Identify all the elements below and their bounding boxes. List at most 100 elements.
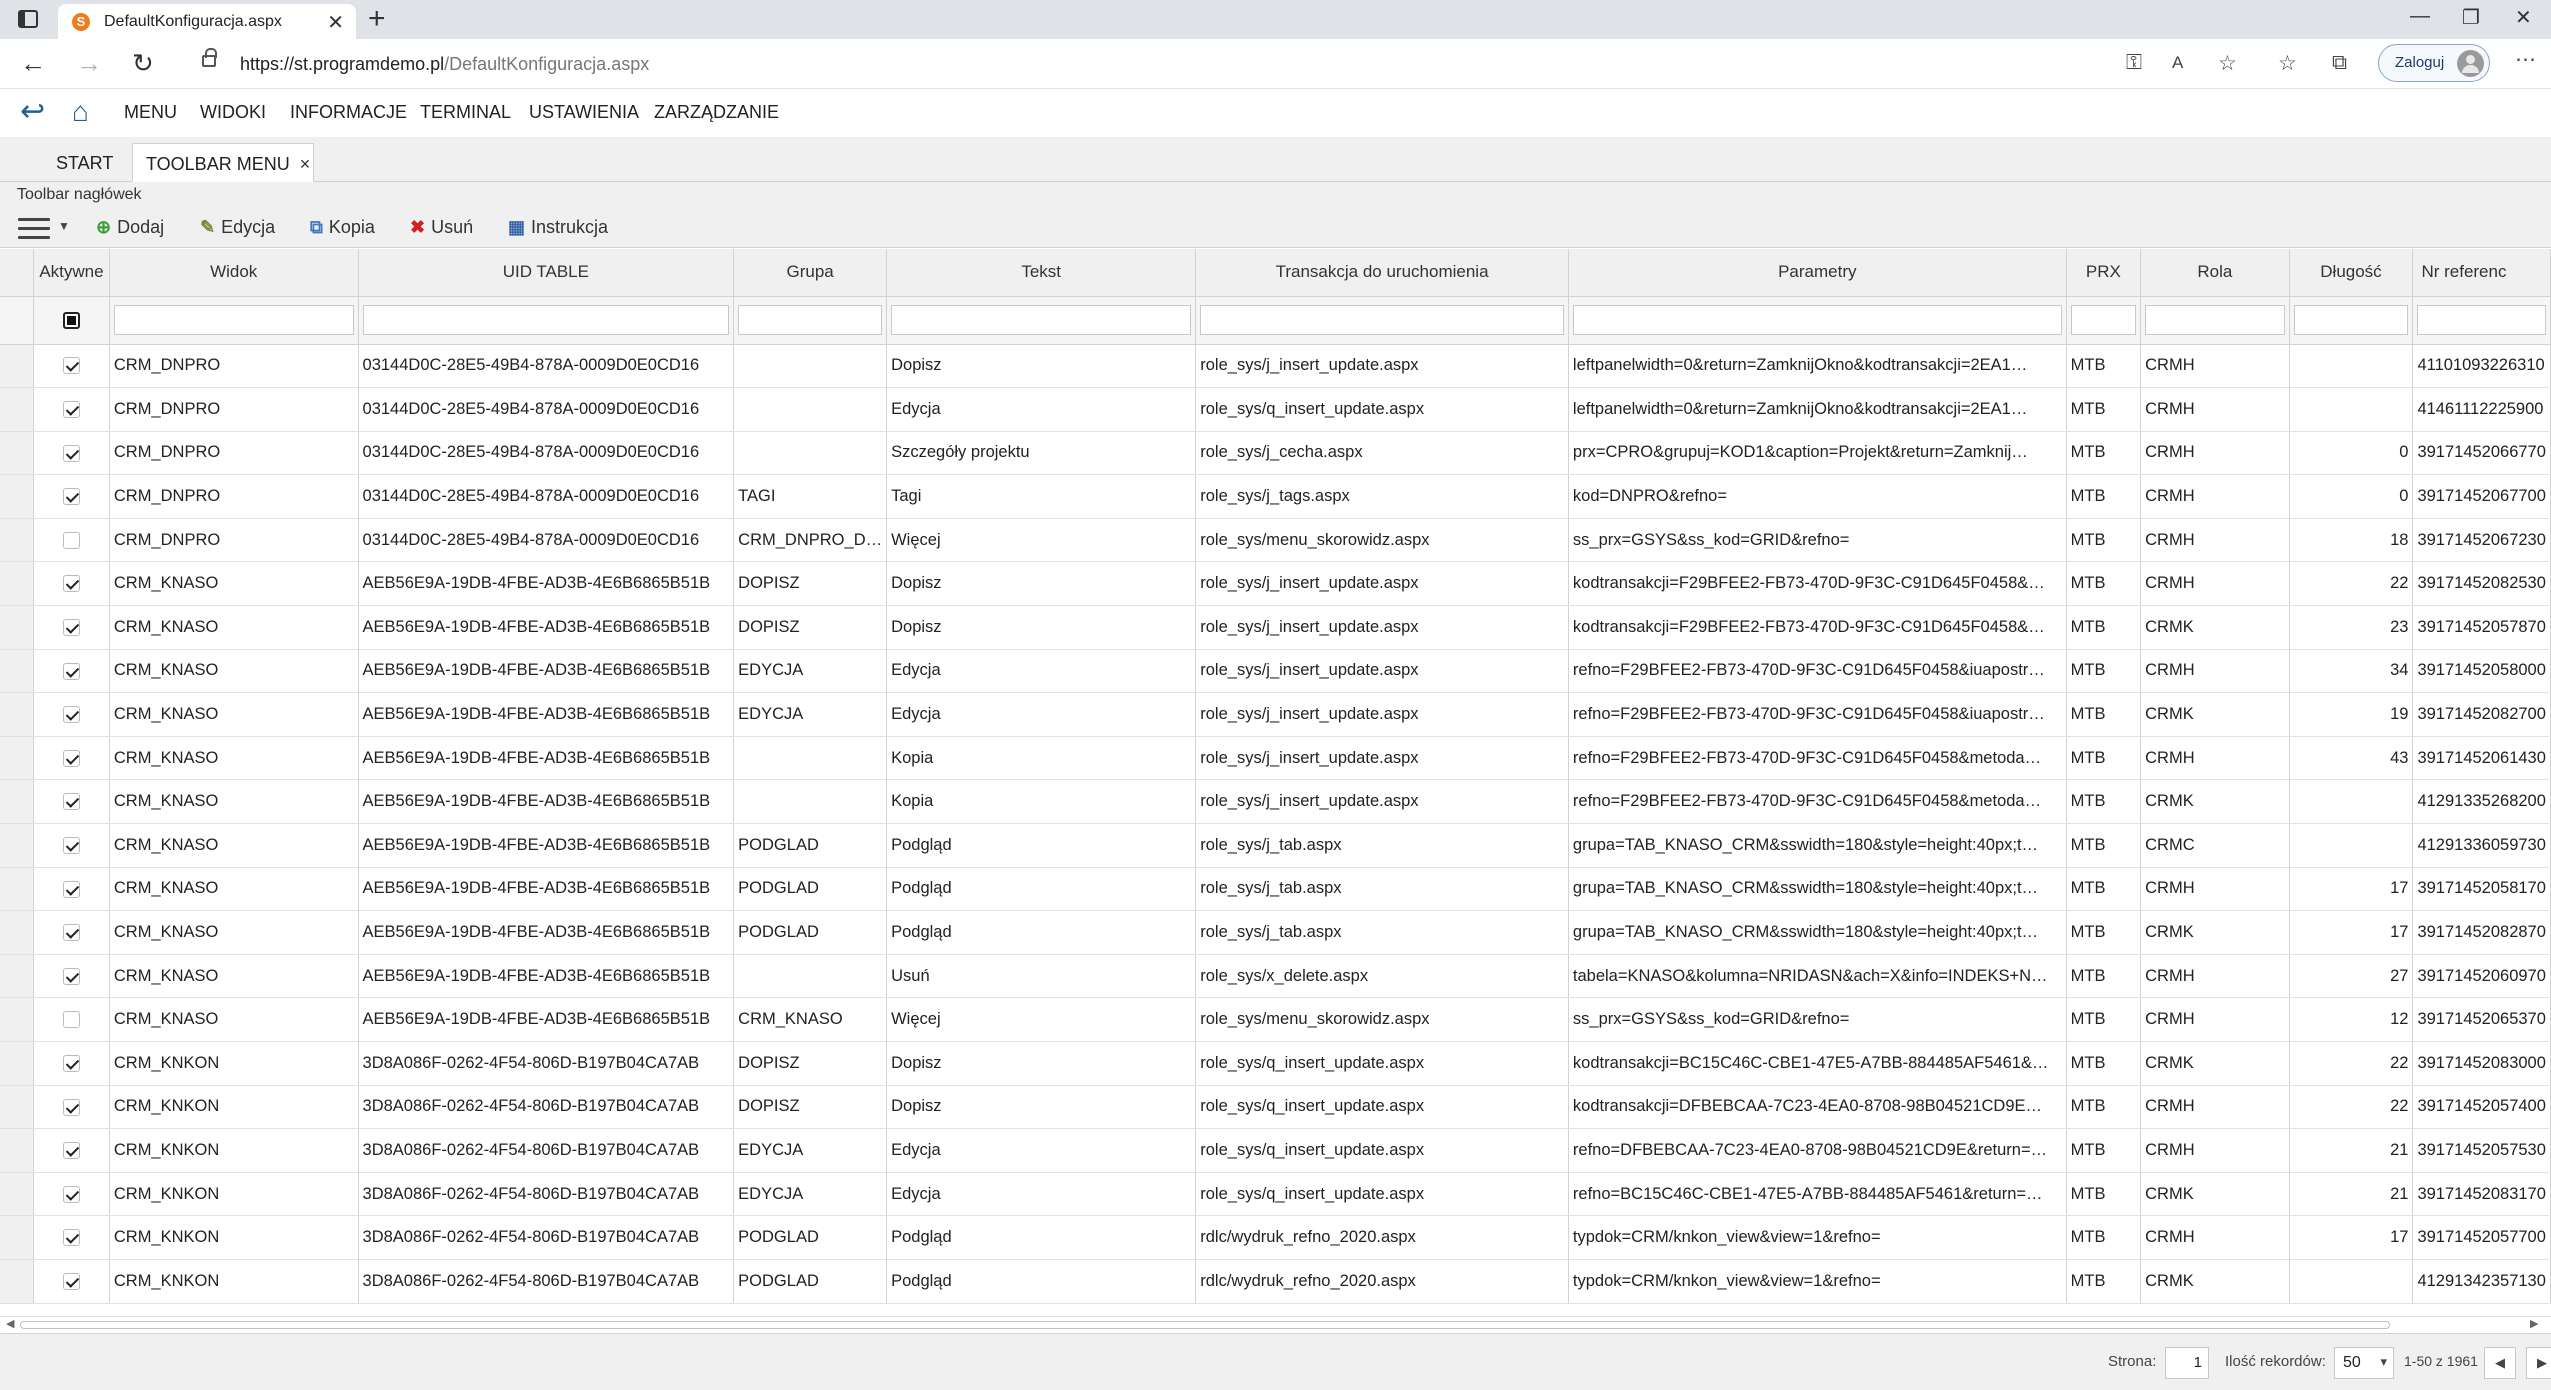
filter-input[interactable] [2145,305,2285,335]
active-checkbox[interactable] [62,793,80,811]
table-row[interactable]: CRM_KNASO AEB56E9A-19DB-4FBE-AD3B-4E6B686… [0,561,2551,607]
maximize-icon[interactable]: ❐ [2462,5,2480,30]
row-selector[interactable] [0,779,35,825]
table-row[interactable]: CRM_DNPRO 03144D0C-28E5-49B4-878A-0009D0E… [0,344,2551,389]
hamburger-menu-icon[interactable] [18,218,50,240]
read-aloud-icon[interactable]: A [2172,53,2183,73]
table-row[interactable]: CRM_KNASO AEB56E9A-19DB-4FBE-AD3B-4E6B686… [0,692,2551,737]
minimize-icon[interactable]: — [2410,5,2430,28]
filter-input[interactable] [2417,305,2546,335]
table-row[interactable]: CRM_KNASO AEB56E9A-19DB-4FBE-AD3B-4E6B686… [0,605,2551,650]
home-icon[interactable]: ⌂ [72,97,89,127]
row-selector[interactable] [0,997,35,1042]
column-header[interactable]: Grupa [733,249,888,297]
active-checkbox[interactable] [62,1272,80,1290]
row-selector[interactable] [0,1128,35,1173]
table-row[interactable]: CRM_KNKON 3D8A086F-0262-4F54-806D-B197B04… [0,1128,2551,1173]
row-selector[interactable] [0,474,35,519]
row-selector[interactable] [0,561,35,607]
table-row[interactable]: CRM_KNKON 3D8A086F-0262-4F54-806D-B197B04… [0,1041,2551,1086]
row-selector[interactable] [0,1041,35,1086]
scrollbar-thumb[interactable] [20,1321,2390,1329]
filter-input[interactable] [362,305,730,335]
filter-input[interactable] [113,305,354,335]
active-checkbox[interactable] [62,401,80,419]
active-checkbox[interactable] [62,357,80,375]
active-checkbox[interactable] [62,749,80,767]
column-header[interactable]: UID TABLE [358,249,735,297]
page-input[interactable]: 1 [2165,1347,2209,1379]
filter-input[interactable] [1572,305,2062,335]
page-size-select[interactable]: 50 [2334,1347,2394,1379]
close-tab-icon[interactable]: × [300,154,311,174]
row-selector[interactable] [0,387,35,432]
add-button[interactable]: ⊕ Dodaj [96,217,164,238]
column-header[interactable]: Długość [2289,249,2414,297]
reload-icon[interactable]: ↻ [132,49,154,77]
row-selector[interactable] [0,605,35,650]
browser-tab[interactable]: S DefaultKonfiguracja.aspx ✕ [58,4,356,39]
row-selector[interactable] [0,1172,35,1217]
column-header[interactable]: Rola [2140,249,2290,297]
filter-input[interactable] [1200,305,1564,335]
active-checkbox[interactable] [62,575,80,593]
column-header[interactable]: Parametry [1568,249,2067,297]
active-checkbox[interactable] [62,1185,80,1203]
active-checkbox[interactable] [62,662,80,680]
back-arrow-icon[interactable]: ↩ [20,97,45,127]
row-selector[interactable] [0,649,35,694]
active-checkbox[interactable] [62,924,80,942]
table-row[interactable]: CRM_DNPRO 03144D0C-28E5-49B4-878A-0009D0E… [0,387,2551,432]
back-icon[interactable]: ← [20,49,46,77]
menu-item-informacje[interactable]: INFORMACJE [290,102,407,123]
prev-page-button[interactable]: ◀ [2484,1347,2516,1379]
next-page-button[interactable]: ▶ [2526,1347,2551,1379]
tab-start[interactable]: START [40,143,130,182]
active-checkbox[interactable] [62,1142,80,1160]
scroll-right-icon[interactable]: ▶ [2530,1317,2538,1330]
add-favorite-icon[interactable]: ☆ [2218,51,2237,76]
column-header[interactable]: PRX [2066,249,2142,297]
key-icon[interactable]: ⚿ [2126,51,2142,75]
column-header[interactable]: Aktywne [33,249,110,297]
table-row[interactable]: CRM_KNASO AEB56E9A-19DB-4FBE-AD3B-4E6B686… [0,649,2551,694]
instructions-button[interactable]: ▦ Instrukcja [508,217,608,238]
row-selector[interactable] [0,1259,35,1304]
row-selector[interactable] [0,910,35,955]
active-checkbox[interactable] [62,1098,80,1116]
column-header[interactable]: Widok [109,249,359,297]
menu-item-zarzadzanie[interactable]: ZARZĄDZANIE [654,102,779,123]
table-row[interactable]: CRM_DNPRO 03144D0C-28E5-49B4-878A-0009D0E… [0,518,2551,563]
table-row[interactable]: CRM_KNKON 3D8A086F-0262-4F54-806D-B197B04… [0,1172,2551,1217]
active-checkbox[interactable] [62,619,80,636]
row-selector[interactable] [0,431,35,476]
row-selector[interactable] [0,823,35,868]
active-checkbox[interactable] [62,880,80,898]
table-row[interactable]: CRM_KNASO AEB56E9A-19DB-4FBE-AD3B-4E6B686… [0,823,2551,868]
column-header[interactable]: Nr referenc [2412,249,2551,297]
row-selector[interactable] [0,344,35,389]
column-header[interactable]: Transakcja do uruchomienia [1195,249,1569,297]
filter-input[interactable] [738,305,883,335]
row-selector[interactable] [0,954,35,999]
row-selector[interactable] [0,736,35,781]
login-button[interactable]: Zaloguj [2378,44,2490,82]
active-checkbox[interactable] [62,1229,80,1247]
filter-checkbox[interactable] [62,311,80,329]
window-menu-icon[interactable] [18,10,38,28]
table-row[interactable]: CRM_KNASO AEB56E9A-19DB-4FBE-AD3B-4E6B686… [0,736,2551,781]
active-checkbox[interactable] [62,488,80,506]
table-row[interactable]: CRM_DNPRO 03144D0C-28E5-49B4-878A-0009D0E… [0,431,2551,476]
scroll-left-icon[interactable]: ◀ [6,1317,14,1330]
filter-input[interactable] [2070,305,2137,335]
table-row[interactable]: CRM_KNASO AEB56E9A-19DB-4FBE-AD3B-4E6B686… [0,910,2551,955]
chevron-down-icon[interactable]: ▼ [58,219,70,233]
row-selector[interactable] [0,867,35,912]
active-checkbox[interactable] [62,531,80,549]
row-selector[interactable] [0,1215,35,1260]
more-icon[interactable]: ⋯ [2515,47,2536,72]
row-selector[interactable] [0,518,35,563]
active-checkbox[interactable] [62,967,80,985]
column-header[interactable]: Tekst [886,249,1197,297]
menu-item-widoki[interactable]: WIDOKI [200,102,266,123]
